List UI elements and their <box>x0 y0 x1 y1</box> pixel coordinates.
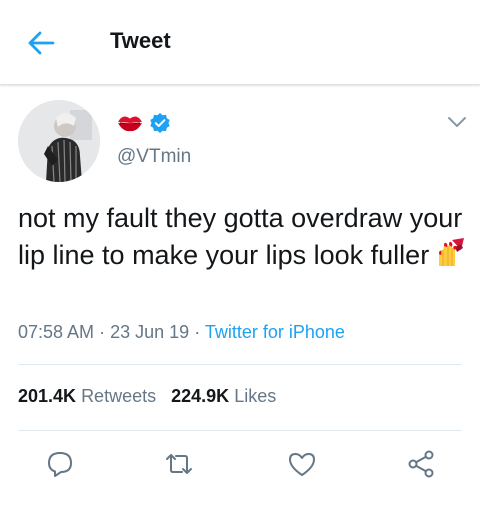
meta-separator: · <box>194 322 201 342</box>
kiss-mark-icon <box>117 113 143 133</box>
heart-icon[interactable] <box>286 448 318 480</box>
chevron-down-icon[interactable] <box>446 114 468 130</box>
meta-separator: · <box>99 322 106 342</box>
likes-label: Likes <box>234 386 277 406</box>
tweet-meta: 07:58 AM · 23 Jun 19 · Twitter for iPhon… <box>18 322 345 343</box>
tweet-text: not my fault they gotta overdraw your li… <box>18 200 468 273</box>
author-handle[interactable]: @VTmin <box>117 146 191 168</box>
top-bar: Tweet <box>0 0 480 85</box>
verified-badge-icon <box>149 112 171 134</box>
retweets-count: 201.4K <box>18 386 77 406</box>
tweet-body: not my fault they gotta overdraw your li… <box>18 203 463 270</box>
share-icon[interactable] <box>405 448 437 480</box>
tweet-stats: 201.4K Retweets 224.9K Likes <box>18 386 276 407</box>
retweets-label: Retweets <box>81 386 157 406</box>
tweet-time: 07:58 AM <box>18 322 95 342</box>
nail-polish-emoji <box>435 236 467 268</box>
tweet-date: 23 Jun 19 <box>110 322 190 342</box>
author-name-row[interactable] <box>117 109 171 137</box>
divider <box>18 430 462 431</box>
likes-count: 224.9K <box>171 386 230 406</box>
likes-stat[interactable]: 224.9K Likes <box>171 386 276 406</box>
retweet-icon[interactable] <box>163 448 195 480</box>
avatar[interactable] <box>18 100 100 182</box>
retweets-stat[interactable]: 201.4K Retweets <box>18 386 156 406</box>
reply-icon[interactable] <box>44 448 76 480</box>
divider <box>18 364 462 365</box>
page-title: Tweet <box>110 28 171 53</box>
tweet-source-link[interactable]: Twitter for iPhone <box>205 322 345 342</box>
back-arrow-icon[interactable] <box>26 30 56 56</box>
